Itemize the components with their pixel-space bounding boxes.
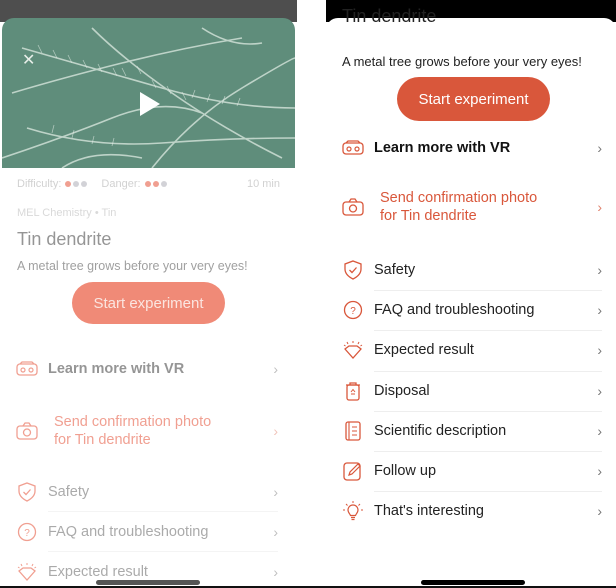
breadcrumb: MEL Chemistry • Tin xyxy=(17,207,117,219)
page-title: Tin dendrite xyxy=(342,6,437,26)
menu-item-label: Learn more with VR xyxy=(48,361,185,377)
rating-dot-empty xyxy=(81,181,88,187)
chevron-right-icon: › xyxy=(273,361,278,377)
chevron-right-icon: › xyxy=(597,382,602,399)
chevron-right-icon: › xyxy=(273,564,278,580)
chevron-right-icon: › xyxy=(597,463,602,479)
home-indicator[interactable] xyxy=(421,580,525,585)
close-icon[interactable]: ✕ xyxy=(22,53,36,69)
experiment-meta: Difficulty: Danger: 10 min xyxy=(17,178,280,190)
chevron-right-icon: › xyxy=(597,422,602,439)
chevron-right-icon: › xyxy=(597,342,602,359)
page-subtitle: A metal tree grows before your very eyes… xyxy=(17,259,248,273)
menu-item-vr[interactable]: Learn more with VR › xyxy=(342,130,602,166)
camera-icon xyxy=(16,420,38,442)
start-experiment-button[interactable]: Start experiment xyxy=(397,77,550,121)
divider xyxy=(48,551,278,552)
rating-dot-filled xyxy=(144,181,151,187)
menu-item-scientific-description[interactable]: Scientific description › xyxy=(342,413,602,449)
svg-text:?: ? xyxy=(350,306,356,317)
menu-item-label: Expected result xyxy=(374,342,474,359)
page-subtitle: A metal tree grows before your very eyes… xyxy=(342,54,582,69)
menu-item-send-photo[interactable]: Send confirmation photo for Tin dendrite… xyxy=(16,410,278,452)
menu-item-follow-up[interactable]: Follow up › xyxy=(342,453,602,489)
menu-item-label: Learn more with VR xyxy=(374,140,511,156)
danger-rating xyxy=(144,181,167,187)
menu-item-send-photo[interactable]: Send confirmation photo for Tin dendrite… xyxy=(342,186,602,228)
menu-item-faq[interactable]: ? FAQ and troubleshooting › xyxy=(16,515,278,549)
menu-item-label: Expected result xyxy=(48,564,148,580)
divider xyxy=(48,511,278,512)
menu-item-label: FAQ and troubleshooting xyxy=(374,302,535,319)
experiment-sheet: Tin dendrite A metal tree grows before y… xyxy=(326,6,616,588)
menu-item-faq-and-troubleshooting[interactable]: ? FAQ and troubleshooting › xyxy=(342,292,602,328)
document-icon xyxy=(342,420,364,442)
rating-dot-empty xyxy=(73,181,80,187)
menu-item-label: FAQ and troubleshooting xyxy=(48,524,209,540)
menu-item-label: Follow up xyxy=(374,463,437,479)
chevron-right-icon: › xyxy=(273,423,278,439)
menu-item-safety[interactable]: Safety › xyxy=(342,252,602,288)
question-circle-icon: ? xyxy=(342,299,364,321)
shield-check-icon xyxy=(16,481,38,503)
menu-item-label: Safety xyxy=(374,262,416,278)
question-circle-icon: ? xyxy=(16,521,38,543)
send-photo-line2: for Tin dendrite xyxy=(380,208,477,224)
duration: 10 min xyxy=(246,178,280,190)
chevron-right-icon: › xyxy=(273,524,278,540)
divider xyxy=(374,410,602,412)
chevron-right-icon: › xyxy=(597,302,602,319)
chevron-right-icon[interactable]: › xyxy=(597,140,602,156)
menu-item-vr[interactable]: Learn more with VR › xyxy=(16,352,278,386)
edit-icon xyxy=(342,460,364,482)
vr-headset-icon xyxy=(16,358,38,380)
divider xyxy=(374,290,602,292)
video-preview[interactable]: ✕ xyxy=(2,18,295,168)
lightbulb-icon xyxy=(342,500,364,522)
home-indicator[interactable] xyxy=(96,580,200,585)
chevron-right-icon: › xyxy=(597,199,602,215)
send-photo-line1: Send confirmation photo xyxy=(380,190,538,206)
menu-item-safety[interactable]: Safety › xyxy=(16,475,278,509)
menu-item-that-s-interesting[interactable]: That's interesting › xyxy=(342,493,602,529)
page-title: Tin dendrite xyxy=(17,229,112,249)
menu-item-label: Safety xyxy=(48,484,90,500)
difficulty-rating xyxy=(65,181,88,187)
divider xyxy=(374,330,602,332)
menu-item-disposal[interactable]: Disposal › xyxy=(342,373,602,409)
danger-label: Danger: xyxy=(101,178,141,190)
divider xyxy=(374,491,602,493)
vr-headset-icon xyxy=(342,137,364,159)
rating-dot-filled xyxy=(152,181,159,187)
menu-item-label: Scientific description xyxy=(374,422,507,439)
divider xyxy=(374,370,602,372)
send-photo-line1: Send confirmation photo xyxy=(54,414,212,430)
chevron-right-icon: › xyxy=(597,262,602,278)
rating-dot-empty xyxy=(160,181,167,187)
camera-icon xyxy=(342,196,364,218)
menu-item-label: Disposal xyxy=(374,382,430,399)
recycle-bin-icon xyxy=(342,380,364,402)
menu-item-label: That's interesting xyxy=(374,503,484,520)
send-photo-line2: for Tin dendrite xyxy=(54,432,151,448)
menu-item-label: Send confirmation photo for Tin dendrite xyxy=(380,189,537,225)
shield-check-icon xyxy=(342,259,364,281)
divider xyxy=(374,451,602,452)
menu-item-label: Send confirmation photo for Tin dendrite xyxy=(54,413,211,449)
rating-dot-filled xyxy=(65,181,72,187)
chevron-right-icon: › xyxy=(273,484,278,500)
menu-item-expected-result[interactable]: Expected result › xyxy=(342,332,602,368)
start-experiment-button[interactable]: Start experiment xyxy=(72,282,225,324)
svg-text:?: ? xyxy=(24,528,30,539)
diamond-icon xyxy=(16,561,38,583)
left-screen: ✕ Difficulty: Danger: 10 min MEL Chemist… xyxy=(0,0,310,588)
difficulty-label: Difficulty: xyxy=(17,178,62,190)
right-screen: Tin dendrite A metal tree grows before y… xyxy=(326,0,616,588)
chevron-right-icon: › xyxy=(597,503,602,520)
diamond-icon xyxy=(342,339,364,361)
play-icon[interactable] xyxy=(140,92,160,116)
